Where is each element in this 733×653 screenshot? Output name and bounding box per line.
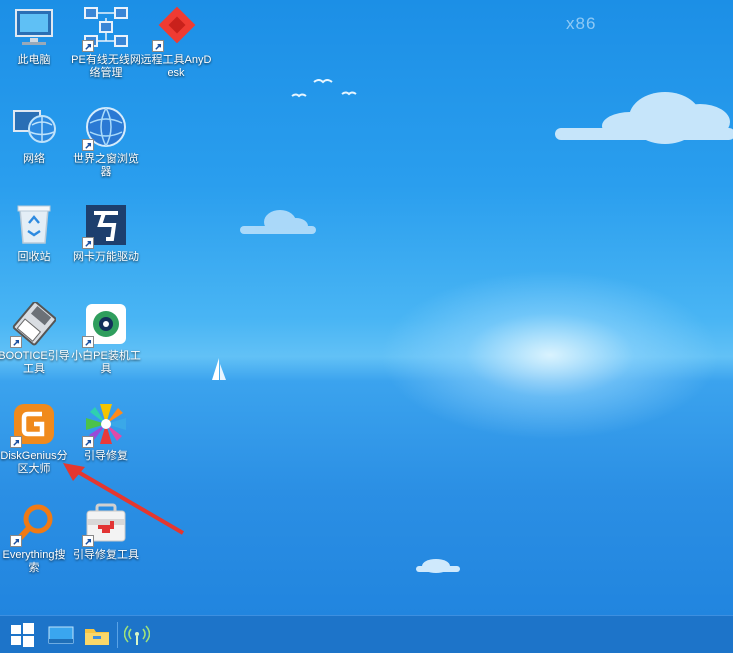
wireless-signal-icon [124, 624, 150, 645]
bootice-icon [10, 300, 58, 348]
tray-wireless[interactable] [122, 616, 152, 653]
desktop-icon-bootice[interactable]: BOOTICE引导工具 [0, 300, 70, 376]
shortcut-arrow-icon [82, 40, 94, 52]
xiaobai-installer-icon [82, 300, 130, 348]
desktop-icon-network[interactable]: 网络 [0, 103, 70, 166]
desktop-icon-wan-driver[interactable]: 网卡万能驱动 [70, 201, 142, 264]
wallpaper-sailboat [212, 358, 226, 380]
recycle-bin-icon [10, 201, 58, 249]
network-globe-icon [10, 103, 58, 151]
desktop-icon-xiaobai-pe[interactable]: 小白PE装机工具 [70, 300, 142, 376]
wallpaper-cloud-tiny [416, 559, 460, 573]
desktop-icon-this-pc[interactable]: 此电脑 [0, 4, 70, 67]
boot-repair-icon [82, 400, 130, 448]
wallpaper-sun-glow [380, 270, 720, 440]
desktop-icon-theworld-browser[interactable]: 世界之窗浏览器 [70, 103, 142, 179]
start-button[interactable] [2, 616, 42, 653]
architecture-watermark: x86 [566, 14, 597, 33]
computer-icon [10, 4, 58, 52]
shortcut-arrow-icon [82, 237, 94, 249]
wallpaper-cloud-small [240, 210, 316, 234]
wallpaper-cloud [555, 92, 733, 144]
browser-globe-icon [82, 103, 130, 151]
desktop[interactable]: x86 此电脑 PE有线无线网络管理 远程工具AnyDesk 网络 世界之窗浏览… [0, 0, 733, 615]
wan-driver-icon [82, 201, 130, 249]
taskbar [0, 615, 733, 653]
file-explorer-icon [85, 628, 109, 645]
desktop-icon-pe-network[interactable]: PE有线无线网络管理 [70, 4, 142, 80]
everything-search-icon [10, 499, 58, 547]
red-arrow-annotation [63, 463, 185, 535]
taskbar-show-desktop[interactable] [44, 616, 78, 653]
desktop-icon-anydesk[interactable]: 远程工具AnyDesk [140, 4, 212, 80]
diskgenius-icon [10, 400, 58, 448]
desktop-icon-boot-repair[interactable]: 引导修复 [70, 400, 142, 463]
desktop-icon-recycle-bin[interactable]: 回收站 [0, 201, 70, 264]
taskbar-file-explorer[interactable] [80, 616, 114, 653]
shortcut-arrow-icon [10, 535, 22, 547]
desktop-icon [48, 626, 74, 643]
shortcut-arrow-icon [10, 336, 22, 348]
windows-start-icon [11, 622, 34, 647]
wallpaper-birds [291, 79, 357, 98]
taskbar-separator [117, 622, 118, 648]
anydesk-icon [152, 4, 200, 52]
shortcut-arrow-icon [82, 336, 94, 348]
shortcut-arrow-icon [152, 40, 164, 52]
shortcut-arrow-icon [10, 436, 22, 448]
shortcut-arrow-icon [82, 139, 94, 151]
shortcut-arrow-icon [82, 436, 94, 448]
network-manager-icon [82, 4, 130, 52]
